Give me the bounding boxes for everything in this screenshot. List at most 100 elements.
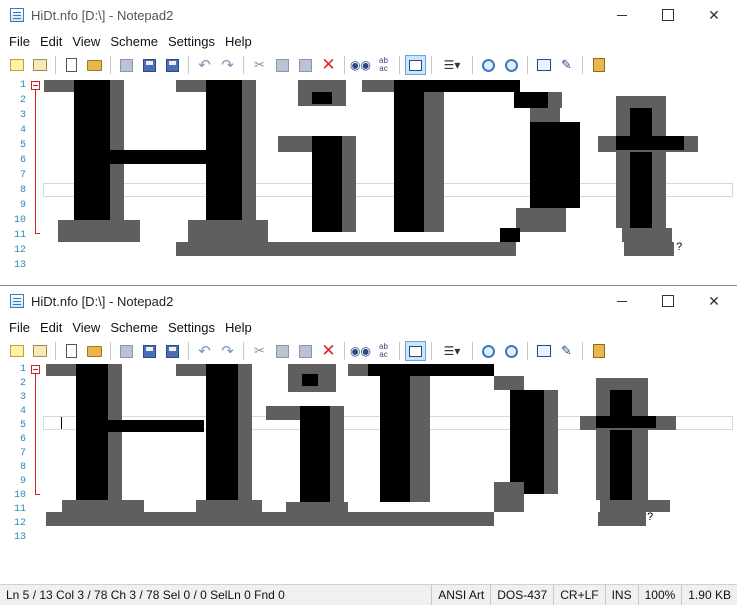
maximize-button[interactable] <box>645 286 691 316</box>
art-block <box>58 220 140 242</box>
delete-icon[interactable]: ✕ <box>318 55 339 75</box>
undo-icon[interactable]: ↶ <box>194 341 215 361</box>
save-icon[interactable] <box>116 341 137 361</box>
status-line-endings[interactable]: CR+LF <box>553 585 604 605</box>
minimize-button[interactable] <box>599 286 645 316</box>
menu-settings[interactable]: Settings <box>163 320 220 335</box>
art-block <box>610 430 632 500</box>
notepad-app-icon[interactable] <box>10 294 24 308</box>
settings-icon[interactable] <box>533 55 554 75</box>
menu-edit[interactable]: Edit <box>35 34 67 49</box>
find-file-icon[interactable] <box>29 341 50 361</box>
copy-icon[interactable] <box>272 55 293 75</box>
trailing-char: ? <box>676 242 683 254</box>
maximize-button[interactable] <box>645 0 691 30</box>
edit-scheme-icon[interactable]: ✎ <box>556 341 577 361</box>
minimize-button[interactable] <box>599 0 645 30</box>
replace-icon[interactable]: ab ac <box>373 55 394 75</box>
toolbar-separator <box>527 342 528 360</box>
status-position: Ln 5 / 13 Col 3 / 78 Ch 3 / 78 Sel 0 / 0… <box>6 588 285 602</box>
view-whitespace-icon[interactable]: ☰▾ <box>437 341 467 361</box>
art-block <box>312 136 342 232</box>
text-editor[interactable]: 1 2 3 4 5 6 7 8 9 10 11 12 13 ? <box>0 364 737 585</box>
text-editor[interactable]: 1 2 3 4 5 6 7 8 9 10 11 12 13 ? <box>0 78 737 285</box>
paste-icon[interactable] <box>295 55 316 75</box>
art-block <box>394 92 424 232</box>
zoom-in-icon[interactable] <box>478 341 499 361</box>
open-folder-icon[interactable] <box>84 341 105 361</box>
view-whitespace-icon[interactable]: ☰▾ <box>437 55 467 75</box>
title-bar[interactable]: HiDt.nfo [D:\] - Notepad2 <box>0 0 737 30</box>
menu-file[interactable]: File <box>4 34 35 49</box>
art-block <box>302 374 318 386</box>
status-scheme[interactable]: ANSI Art <box>431 585 490 605</box>
menu-edit[interactable]: Edit <box>35 320 67 335</box>
close-button[interactable] <box>691 0 737 30</box>
menu-file[interactable]: File <box>4 320 35 335</box>
art-block <box>206 364 238 500</box>
art-block <box>494 376 524 390</box>
delete-icon[interactable]: ✕ <box>318 341 339 361</box>
zoom-in-icon[interactable] <box>478 55 499 75</box>
undo-icon[interactable]: ↶ <box>194 55 215 75</box>
status-insert-mode[interactable]: INS <box>604 585 638 605</box>
zoom-out-icon[interactable] <box>501 341 522 361</box>
close-button[interactable] <box>691 286 737 316</box>
menu-settings[interactable]: Settings <box>163 34 220 49</box>
notepad2-window-background: HiDt.nfo [D:\] - Notepad2 File Edit View… <box>0 0 737 285</box>
find-icon[interactable]: ◉◉ <box>350 55 371 75</box>
save-icon[interactable] <box>116 55 137 75</box>
status-encoding[interactable]: DOS-437 <box>490 585 553 605</box>
copy-icon[interactable] <box>272 341 293 361</box>
exit-icon[interactable] <box>588 55 609 75</box>
title-bar[interactable]: HiDt.nfo [D:\] - Notepad2 <box>0 286 737 316</box>
art-block <box>548 92 562 108</box>
art-block <box>600 500 670 512</box>
notepad-app-icon[interactable] <box>10 8 24 22</box>
art-block <box>510 390 544 494</box>
status-zoom[interactable]: 100% <box>637 585 682 605</box>
redo-icon[interactable]: ↷ <box>217 341 238 361</box>
art-block <box>44 80 74 92</box>
find-file-icon[interactable] <box>29 55 50 75</box>
zoom-out-icon[interactable] <box>501 55 522 75</box>
word-wrap-icon[interactable] <box>405 341 426 361</box>
menu-scheme[interactable]: Scheme <box>105 34 163 49</box>
open-folder-icon[interactable] <box>84 55 105 75</box>
save-as-icon[interactable] <box>139 341 160 361</box>
find-icon[interactable]: ◉◉ <box>350 341 371 361</box>
redo-icon[interactable]: ↷ <box>217 55 238 75</box>
scheme-icon[interactable] <box>6 341 27 361</box>
toolbar-separator <box>431 56 432 74</box>
art-block <box>176 80 206 92</box>
edit-scheme-icon[interactable]: ✎ <box>556 55 577 75</box>
save-copy-icon[interactable] <box>162 55 183 75</box>
save-copy-icon[interactable] <box>162 341 183 361</box>
art-block <box>176 364 206 376</box>
exit-icon[interactable] <box>588 341 609 361</box>
replace-icon[interactable]: ab ac <box>373 341 394 361</box>
art-block <box>530 122 580 208</box>
scheme-icon[interactable] <box>6 55 27 75</box>
art-block <box>300 406 330 502</box>
settings-icon[interactable] <box>533 341 554 361</box>
art-block <box>598 512 646 526</box>
new-file-icon[interactable] <box>61 341 82 361</box>
cut-icon[interactable]: ✂ <box>249 55 270 75</box>
paste-icon[interactable] <box>295 341 316 361</box>
status-bar: Ln 5 / 13 Col 3 / 78 Ch 3 / 78 Sel 0 / 0… <box>0 584 737 605</box>
word-wrap-icon[interactable] <box>405 55 426 75</box>
save-as-icon[interactable] <box>139 55 160 75</box>
cut-icon[interactable]: ✂ <box>249 341 270 361</box>
art-block <box>278 136 312 152</box>
art-block <box>342 136 356 232</box>
menu-view[interactable]: View <box>67 320 105 335</box>
window-title: HiDt.nfo [D:\] - Notepad2 <box>31 293 174 309</box>
menu-view[interactable]: View <box>67 34 105 49</box>
new-file-icon[interactable] <box>61 55 82 75</box>
menu-help[interactable]: Help <box>220 34 257 49</box>
menu-scheme[interactable]: Scheme <box>105 320 163 335</box>
menu-help[interactable]: Help <box>220 320 257 335</box>
toolbar-separator <box>243 342 244 360</box>
art-block <box>108 420 204 432</box>
